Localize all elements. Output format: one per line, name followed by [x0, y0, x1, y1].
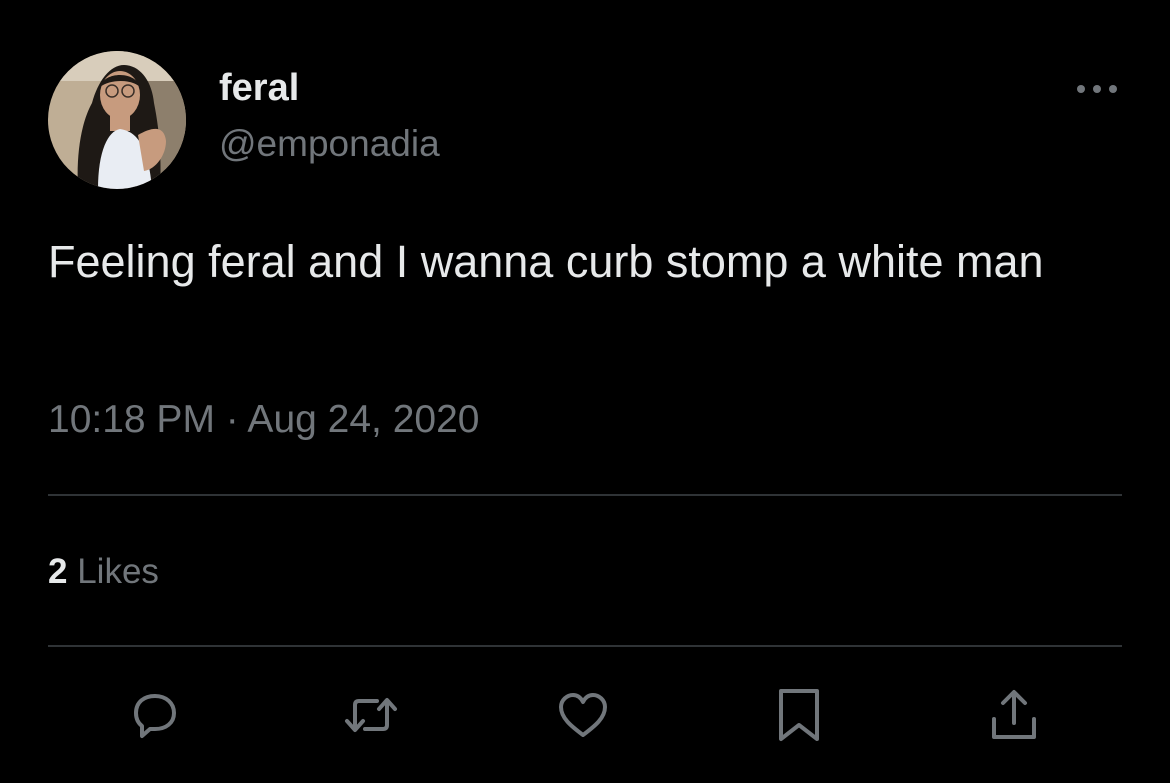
profile-photo: [48, 51, 186, 189]
reply-icon: [134, 694, 176, 738]
tweet-text: Feeling feral and I wanna curb stomp a w…: [48, 236, 1044, 287]
more-horizontal-icon: [1077, 85, 1117, 93]
more-button[interactable]: [1072, 72, 1122, 106]
share-button[interactable]: [984, 685, 1044, 745]
divider: [48, 494, 1122, 496]
likes-label: Likes: [77, 552, 159, 591]
likes-stat[interactable]: 2 Likes: [48, 549, 159, 595]
bookmark-button[interactable]: [769, 685, 829, 745]
likes-count: 2: [48, 552, 68, 591]
retweet-icon: [345, 698, 397, 732]
display-name[interactable]: feral: [219, 64, 299, 112]
share-icon: [992, 690, 1036, 739]
heart-icon: [559, 693, 607, 737]
avatar[interactable]: [48, 51, 186, 189]
divider: [48, 645, 1122, 647]
retweet-button[interactable]: [341, 685, 401, 745]
reply-button[interactable]: [124, 685, 184, 745]
bookmark-icon: [779, 689, 819, 741]
timestamp[interactable]: 10:18 PM · Aug 24, 2020: [48, 395, 479, 445]
like-button[interactable]: [553, 685, 613, 745]
handle[interactable]: @emponadia: [219, 121, 440, 167]
